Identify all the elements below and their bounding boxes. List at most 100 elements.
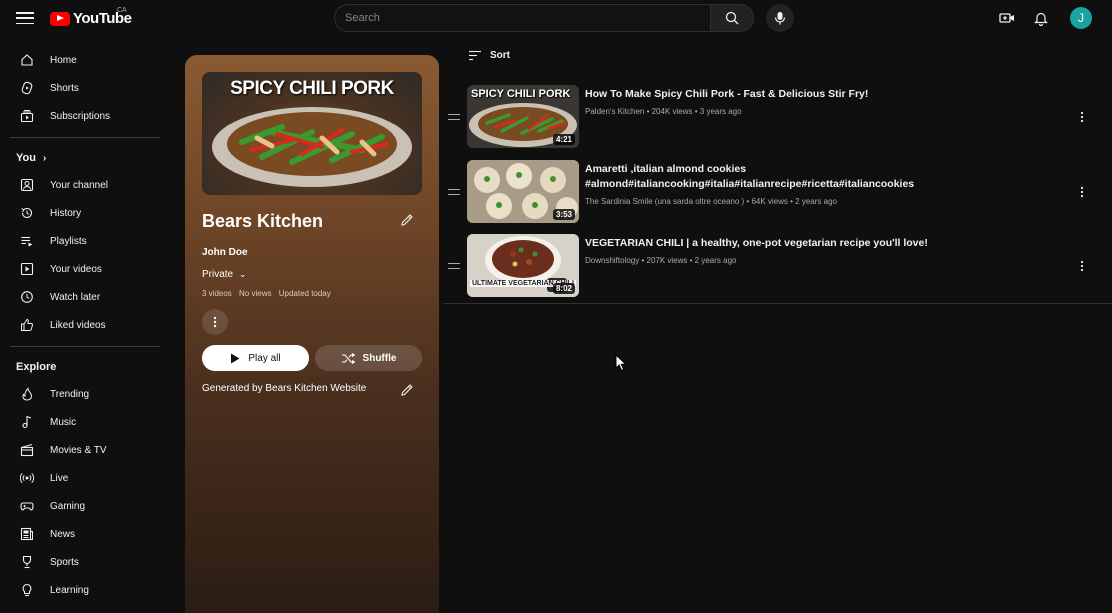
video-more-button[interactable] (1075, 110, 1089, 124)
sidebar-item-label: Home (50, 54, 77, 66)
playlist-video-row[interactable]: 3:53 Amaretti ,italian almond cookies #a… (443, 160, 1112, 226)
sidebar-item-trending[interactable]: Trending (0, 380, 170, 408)
sidebar-item-label: History (50, 207, 82, 219)
more-vertical-icon (1080, 186, 1084, 198)
sidebar-item-history[interactable]: History (0, 199, 170, 227)
sidebar-heading-you[interactable]: You › (0, 145, 170, 171)
playlist-thumbnail[interactable]: SPICY CHILI PORK (202, 72, 422, 195)
shuffle-icon (341, 352, 355, 364)
drag-handle-icon[interactable] (448, 189, 460, 195)
bell-icon (1034, 12, 1048, 26)
playlist-stats: 3 videos No views Updated today (202, 289, 336, 298)
view-count: No views (239, 289, 272, 298)
sidebar-item-music[interactable]: Music (0, 408, 170, 436)
sidebar-item-label: Your videos (50, 263, 102, 275)
playlist-video-row[interactable]: ULTIMATE VEGETARIAN CHILI 8:02 VEGETARIA… (443, 234, 1112, 300)
sidebar-item-playlists[interactable]: Playlists (0, 227, 170, 255)
sidebar-item-label: Movies & TV (50, 444, 107, 456)
more-vertical-icon (1080, 111, 1084, 123)
search-bar (334, 4, 754, 32)
music-icon (20, 415, 34, 429)
video-duration: 4:21 (552, 134, 575, 145)
updated-time: Updated today (278, 289, 331, 298)
drag-handle-icon[interactable] (448, 263, 460, 269)
video-thumbnail[interactable]: SPICY CHILI PORK 4:21 (467, 85, 579, 148)
create-button[interactable] (997, 8, 1017, 28)
video-title[interactable]: How To Make Spicy Chili Pork - Fast & De… (585, 87, 975, 102)
play-all-button[interactable]: Play all (202, 345, 309, 371)
sort-label: Sort (490, 50, 510, 61)
more-vertical-icon (213, 316, 217, 328)
video-title[interactable]: VEGETARIAN CHILI | a healthy, one-pot ve… (585, 236, 975, 251)
menu-icon[interactable] (14, 9, 36, 27)
sidebar-item-news[interactable]: News (0, 520, 170, 548)
voice-search-button[interactable] (766, 4, 794, 32)
top-bar: YouTube CA J (0, 0, 1112, 36)
sidebar-item-watch-later[interactable]: Watch later (0, 283, 170, 311)
gaming-icon (20, 499, 34, 513)
channel-name[interactable]: Downshiftology (585, 256, 639, 265)
sidebar-item-live[interactable]: Live (0, 464, 170, 492)
sidebar-item-your-videos[interactable]: Your videos (0, 255, 170, 283)
shuffle-button[interactable]: Shuffle (315, 345, 422, 371)
watch-later-icon (20, 290, 34, 304)
home-icon (20, 53, 34, 67)
playlist-more-button[interactable] (202, 309, 228, 335)
video-meta: Palden's Kitchen204K views3 years ago (585, 107, 742, 116)
view-count: 204K views (644, 107, 692, 116)
drag-handle-icon[interactable] (448, 114, 460, 120)
privacy-label: Private (202, 269, 234, 280)
sidebar-item-label: Sports (50, 556, 79, 568)
list-divider (443, 303, 1112, 304)
sidebar-item-sports[interactable]: Sports (0, 548, 170, 576)
video-meta: Downshiftology207K views2 years ago (585, 256, 736, 265)
edit-title-button[interactable] (399, 212, 415, 228)
sidebar-item-shorts[interactable]: Shorts (0, 74, 170, 102)
thumbnail-caption: SPICY CHILI PORK (230, 78, 394, 99)
sidebar-item-label: Gaming (50, 500, 86, 512)
video-more-button[interactable] (1075, 185, 1089, 199)
search-input[interactable] (334, 4, 710, 32)
playlist-owner[interactable]: John Doe (202, 247, 248, 258)
sidebar-item-label: Liked videos (50, 319, 106, 331)
channel-name[interactable]: The Sardinia Smile (una sarda oltre ocea… (585, 197, 744, 206)
video-count: 3 videos (202, 289, 232, 298)
channel-name[interactable]: Palden's Kitchen (585, 107, 644, 116)
sidebar-item-liked-videos[interactable]: Liked videos (0, 311, 170, 339)
search-button[interactable] (710, 4, 754, 32)
video-more-button[interactable] (1075, 259, 1089, 273)
subscriptions-icon (20, 109, 34, 123)
sidebar-item-label: Subscriptions (50, 110, 111, 122)
video-meta: The Sardinia Smile (una sarda oltre ocea… (585, 197, 837, 206)
sidebar-item-label: Playlists (50, 235, 87, 247)
view-count: 64K views (744, 197, 788, 206)
playlist-header-panel: SPICY CHILI PORK Bears Kitchen John Doe … (185, 55, 439, 613)
sidebar-item-movies-tv[interactable]: Movies & TV (0, 436, 170, 464)
privacy-dropdown[interactable]: Private ⌄ (202, 269, 246, 280)
view-count: 207K views (639, 256, 687, 265)
sidebar-item-gaming[interactable]: Gaming (0, 492, 170, 520)
upload-age: 2 years ago (788, 197, 837, 206)
notifications-button[interactable] (1031, 8, 1051, 28)
mouse-cursor-icon (615, 354, 628, 372)
sort-button[interactable]: Sort (468, 50, 510, 61)
trending-icon (20, 387, 34, 401)
sidebar-item-learning[interactable]: Learning (0, 576, 170, 604)
video-title[interactable]: Amaretti ,italian almond cookies #almond… (585, 162, 975, 192)
edit-description-button[interactable] (399, 382, 415, 398)
sidebar-item-home[interactable]: Home (0, 46, 170, 74)
video-thumbnail[interactable]: 3:53 (467, 160, 579, 223)
avatar[interactable]: J (1070, 7, 1092, 29)
sidebar-heading-explore: Explore (0, 354, 170, 380)
create-video-icon (999, 13, 1014, 23)
sidebar-item-label: Learning (50, 584, 89, 596)
shuffle-label: Shuffle (362, 352, 397, 364)
play-icon (231, 353, 240, 363)
sidebar-item-your-channel[interactable]: Your channel (0, 171, 170, 199)
search-icon (725, 11, 739, 25)
chevron-right-icon: › (42, 152, 47, 164)
sidebar-item-subscriptions[interactable]: Subscriptions (0, 102, 170, 130)
history-icon (20, 206, 34, 220)
playlist-video-row[interactable]: SPICY CHILI PORK 4:21 How To Make Spicy … (443, 85, 1112, 151)
video-thumbnail[interactable]: ULTIMATE VEGETARIAN CHILI 8:02 (467, 234, 579, 297)
